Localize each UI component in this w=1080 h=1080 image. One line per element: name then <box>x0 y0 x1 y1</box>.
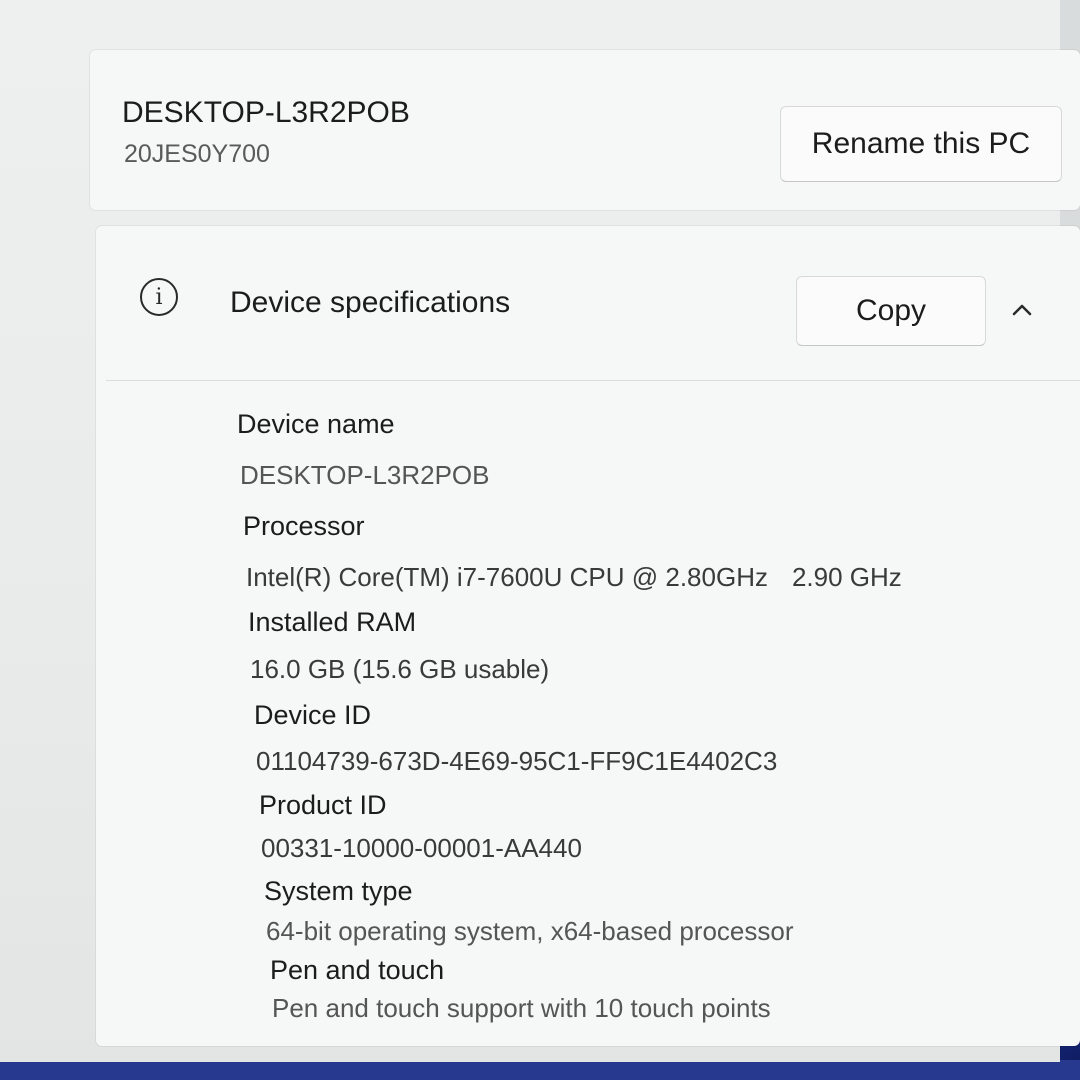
spec-value-device-id: 01104739-673D-4E69-95C1-FF9C1E4402C3 <box>256 746 778 776</box>
spec-label-pen-and-touch: Pen and touch <box>270 955 445 985</box>
device-summary-card: DESKTOP-L3R2POB 20JES0Y700 Rename this P… <box>90 50 1080 210</box>
device-specifications-header[interactable]: i Device specifications Copy <box>96 226 1080 381</box>
copy-button[interactable]: Copy <box>796 276 986 346</box>
processor-model: Intel(R) Core(TM) i7-7600U CPU @ 2.80GHz <box>246 562 768 592</box>
spec-list: Device name DESKTOP-L3R2POB Processor In… <box>96 381 1080 1046</box>
chevron-up-icon[interactable] <box>1012 300 1032 320</box>
spec-label-system-type: System type <box>264 876 413 906</box>
spec-label-device-name: Device name <box>237 409 395 439</box>
spec-value-processor: Intel(R) Core(TM) i7-7600U CPU @ 2.80GHz… <box>246 562 902 593</box>
device-specifications-title: Device specifications <box>230 286 511 319</box>
spec-value-device-name: DESKTOP-L3R2POB <box>240 460 490 490</box>
spec-label-processor: Processor <box>243 511 365 541</box>
pc-name: DESKTOP-L3R2POB <box>122 96 410 129</box>
rename-pc-button[interactable]: Rename this PC <box>780 106 1062 182</box>
taskbar-edge <box>0 1060 1080 1080</box>
processor-speed: 2.90 GHz <box>791 562 902 592</box>
spec-label-product-id: Product ID <box>259 790 387 820</box>
info-icon: i <box>140 278 178 316</box>
spec-label-device-id: Device ID <box>254 700 372 730</box>
spec-value-installed-ram: 16.0 GB (15.6 GB usable) <box>250 654 550 684</box>
spec-value-pen-and-touch: Pen and touch support with 10 touch poin… <box>272 993 771 1023</box>
spec-value-system-type: 64-bit operating system, x64-based proce… <box>266 916 794 946</box>
settings-window: DESKTOP-L3R2POB 20JES0Y700 Rename this P… <box>0 0 1080 1062</box>
pc-model: 20JES0Y700 <box>124 140 270 168</box>
spec-value-product-id: 00331-10000-00001-AA440 <box>261 833 582 863</box>
spec-label-installed-ram: Installed RAM <box>248 607 417 637</box>
device-specifications-card: i Device specifications Copy Device name… <box>96 226 1080 1046</box>
